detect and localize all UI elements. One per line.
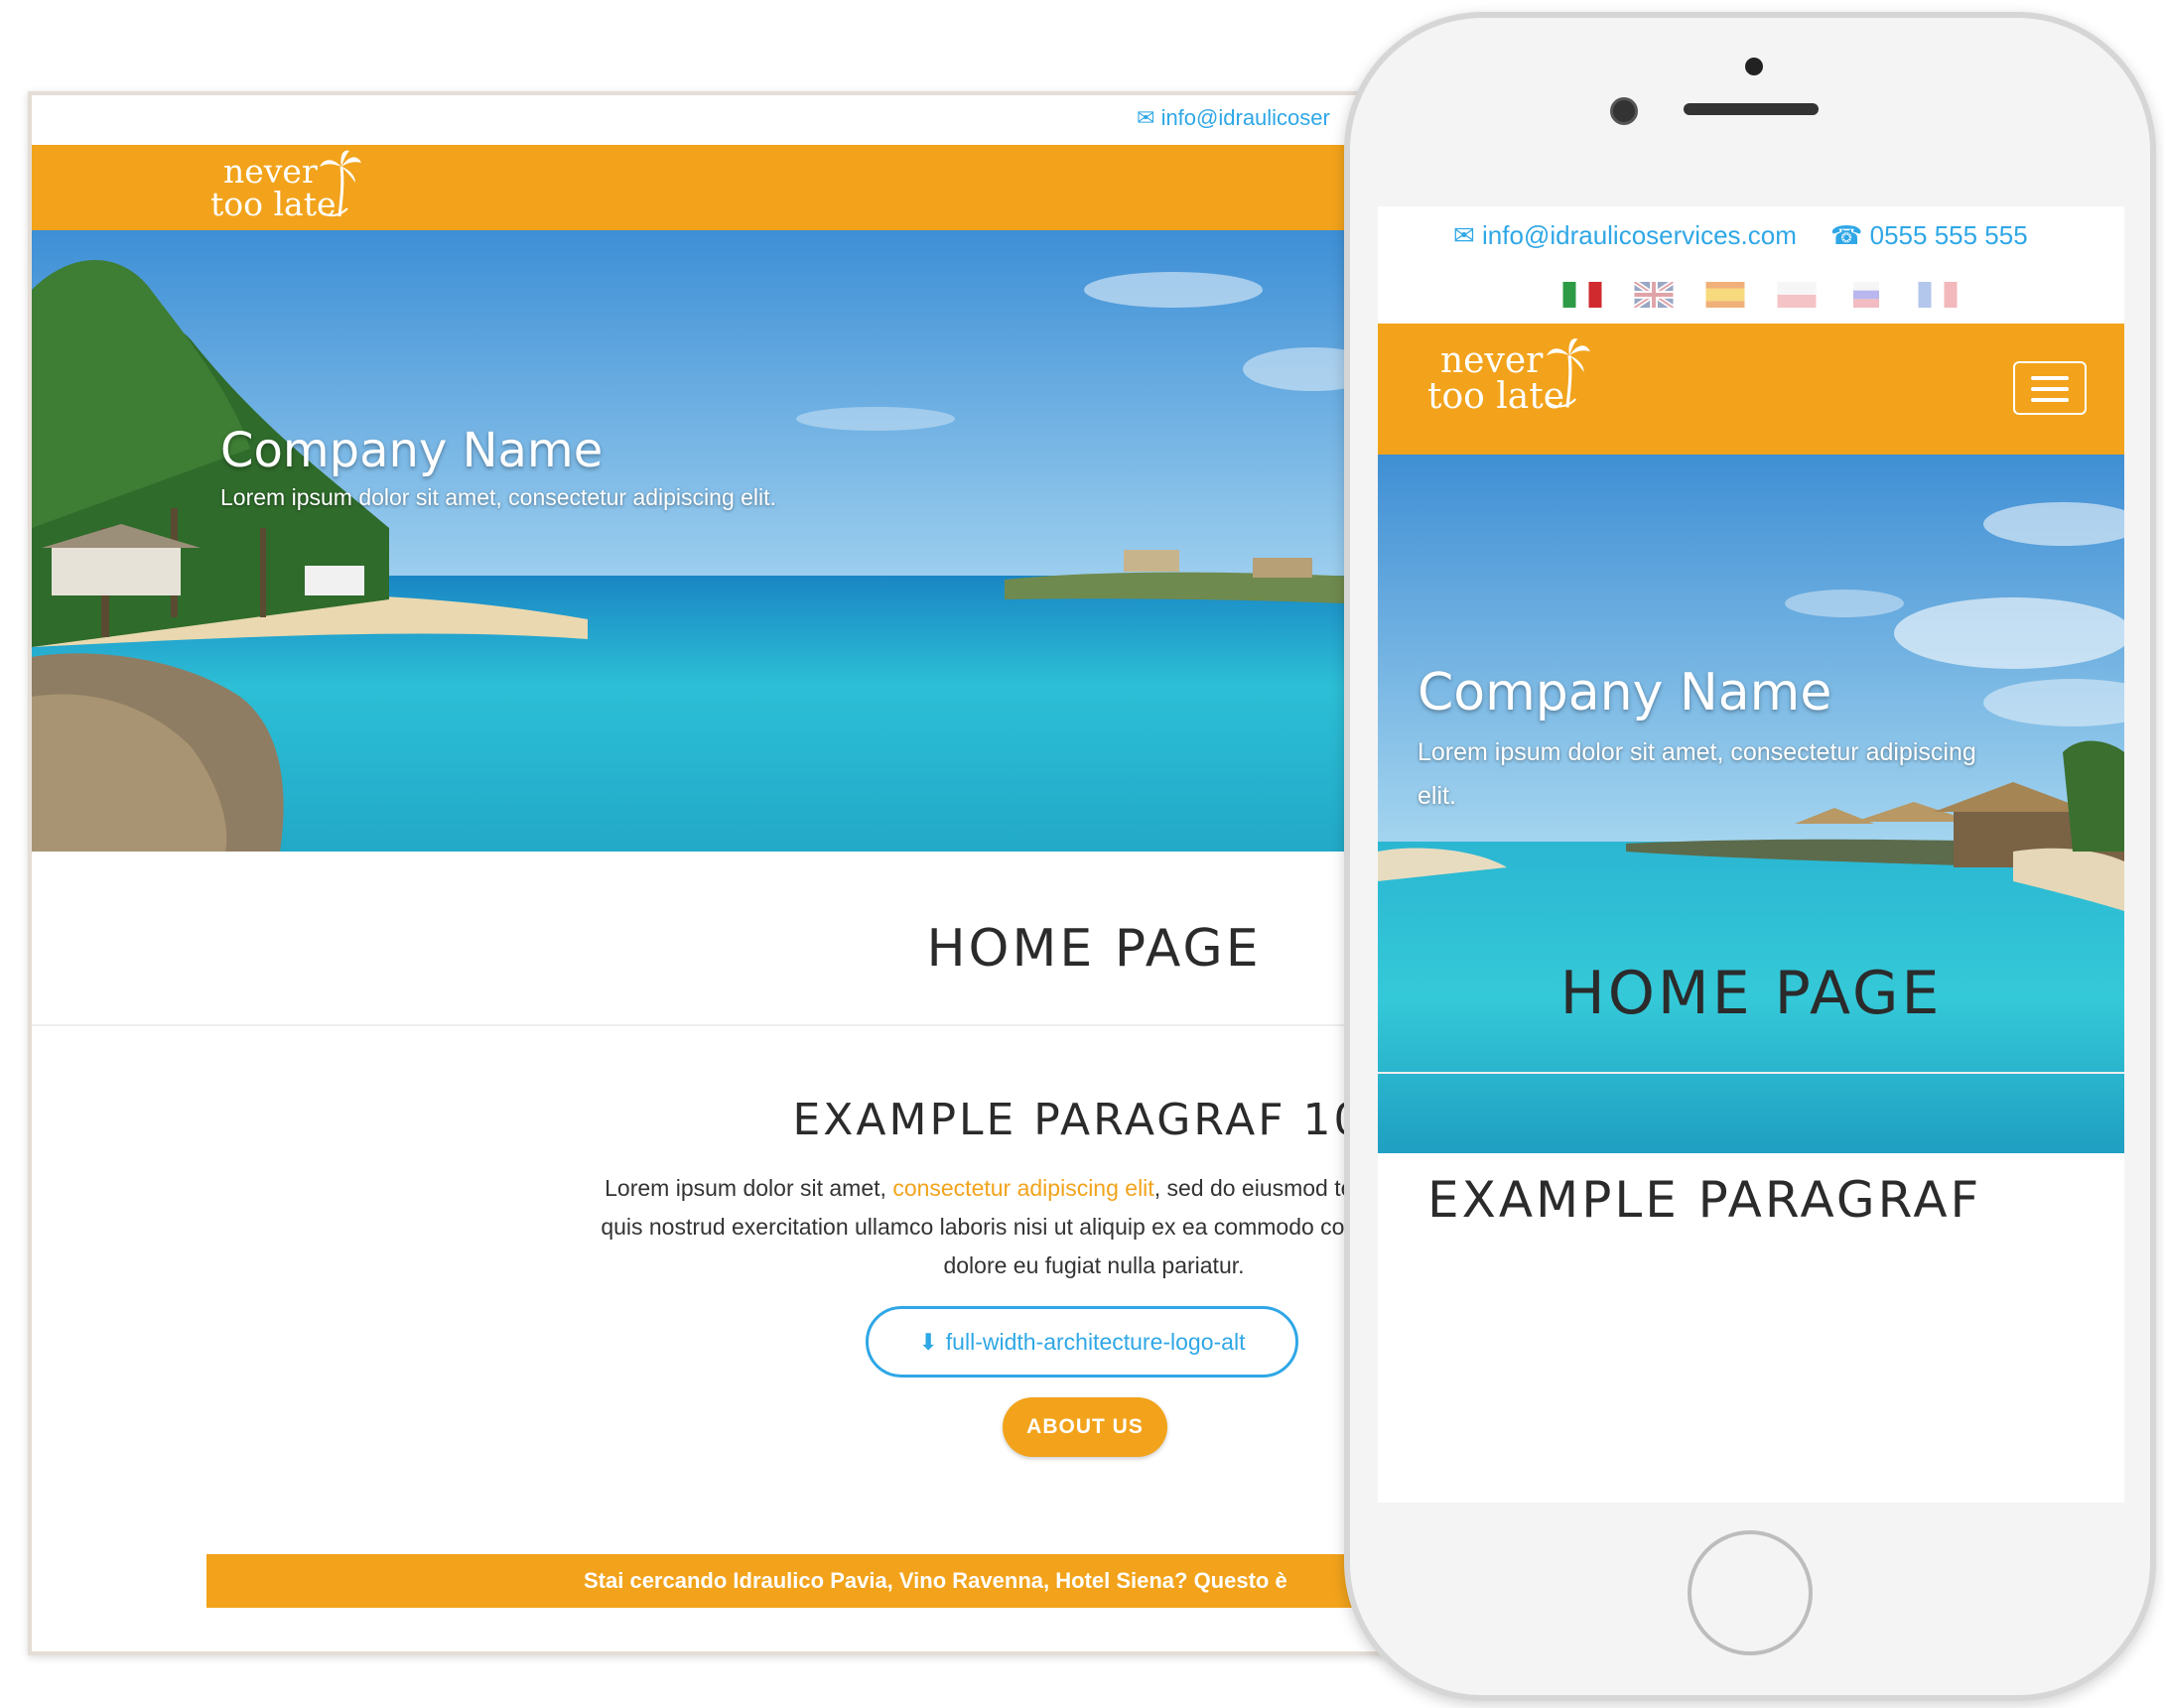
- hero-banner: Company Name Lorem ipsum dolor sit amet,…: [32, 230, 1382, 852]
- camera-icon: [1610, 97, 1638, 125]
- envelope-icon: ✉: [1453, 220, 1475, 250]
- page-title: HOME PAGE: [926, 919, 1262, 979]
- envelope-icon: ✉: [1137, 105, 1155, 130]
- palm-tree-icon: [319, 150, 361, 217]
- promo-banner: Stai cercando Idraulico Pavia, Vino Rave…: [206, 1554, 1382, 1608]
- email-link[interactable]: ✉ info@idraulicoser: [1137, 105, 1330, 131]
- desktop-mockup: ✉ info@idraulicoser never too late H: [28, 91, 1386, 1655]
- divider: [32, 1024, 1382, 1026]
- download-icon: ⬇: [918, 1328, 938, 1355]
- russian-flag[interactable]: [1846, 282, 1886, 308]
- phone-home-button[interactable]: [1688, 1530, 1813, 1655]
- mobile-phone-link[interactable]: ☎ 0555 555 555: [1830, 220, 2028, 251]
- beach-photo: [32, 230, 1382, 852]
- mobile-hero-banner: Company Name Lorem ipsum dolor sit amet,…: [1378, 455, 2124, 1153]
- phone-screen: ✉ info@idraulicoservices.com ☎ 0555 555 …: [1378, 206, 2124, 1503]
- about-us-button[interactable]: ABOUT US: [1003, 1397, 1167, 1457]
- section-heading: EXAMPLE PARAGRAF 100: [792, 1095, 1386, 1145]
- hamburger-line: [2031, 398, 2069, 402]
- navbar: never too late H: [32, 145, 1382, 233]
- section-heading: EXAMPLE PARAGRAF: [1427, 1171, 1982, 1229]
- speaker-grille: [1684, 103, 1819, 115]
- phone-mockup: ✉ info@idraulicoservices.com ☎ 0555 555 …: [1344, 12, 2156, 1701]
- logo[interactable]: never too late: [1427, 338, 1590, 415]
- mobile-email-link[interactable]: ✉ info@idraulicoservices.com: [1453, 220, 1797, 251]
- paragraph-text: Lorem ipsum dolor sit amet, consectetur …: [601, 1175, 1382, 1278]
- divider: [1378, 1072, 2124, 1074]
- mobile-navbar: never too late: [1378, 324, 2124, 455]
- top-bar: ✉ info@idraulicoser: [32, 95, 1382, 145]
- palm-tree-icon: [1546, 338, 1590, 408]
- polish-flag[interactable]: [1777, 282, 1817, 308]
- hero-title: Company Name: [1418, 663, 1832, 723]
- hero-title: Company Name: [220, 423, 604, 478]
- mobile-top-bar: ✉ info@idraulicoservices.com ☎ 0555 555 …: [1378, 206, 2124, 262]
- spanish-flag[interactable]: [1705, 282, 1745, 308]
- hamburger-line: [2031, 376, 2069, 380]
- download-button[interactable]: ⬇ full-width-architecture-logo-alt: [866, 1306, 1298, 1378]
- hamburger-line: [2031, 387, 2069, 391]
- logo[interactable]: never too late: [210, 150, 361, 220]
- french-flag[interactable]: [1918, 282, 1958, 308]
- page-title: HOME PAGE: [1559, 959, 1943, 1028]
- italian-flag[interactable]: [1562, 282, 1602, 308]
- hamburger-menu-button[interactable]: [2013, 361, 2087, 415]
- language-selector: [1378, 262, 2124, 324]
- uk-flag[interactable]: [1634, 282, 1674, 308]
- hero-subtitle: Lorem ipsum dolor sit amet, consectetur …: [220, 484, 776, 510]
- highlight-link[interactable]: consectetur adipiscing elit: [892, 1175, 1153, 1201]
- sensor-dot: [1745, 58, 1763, 75]
- phone-icon: ☎: [1830, 220, 1863, 250]
- hero-subtitle: Lorem ipsum dolor sit amet, consectetur …: [1418, 738, 1976, 810]
